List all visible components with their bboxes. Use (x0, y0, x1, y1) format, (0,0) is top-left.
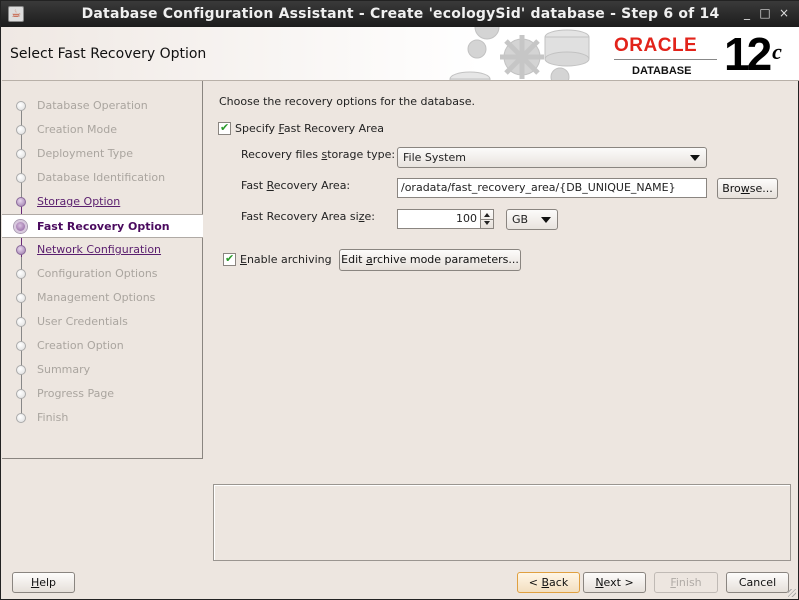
step-label: Finish (37, 411, 69, 424)
step-user-credentials: User Credentials (2, 310, 203, 334)
spinner-up-icon[interactable] (484, 213, 490, 217)
title-bar: ☕ Database Configuration Assistant - Cre… (1, 1, 799, 27)
step-indicator-icon (16, 173, 26, 183)
gears-database-decoration-icon (449, 27, 590, 80)
chevron-down-icon (690, 155, 700, 161)
step-label: Creation Mode (37, 123, 118, 136)
step-indicator-icon (14, 220, 27, 233)
step-indicator-icon (16, 125, 26, 135)
step-storage-option[interactable]: Storage Option (2, 190, 203, 214)
page-title: Select Fast Recovery Option (10, 46, 207, 62)
message-panel (213, 484, 791, 561)
step-indicator-icon (16, 197, 26, 207)
step-creation-option: Creation Option (2, 334, 203, 358)
storage-type-dropdown[interactable]: File System (397, 147, 707, 168)
fra-size-input[interactable]: 100 (397, 209, 481, 229)
enable-archiving-checkbox[interactable] (223, 252, 236, 266)
step-label: User Credentials (37, 315, 128, 328)
step-progress-page: Progress Page (2, 382, 203, 406)
step-configuration-options: Configuration Options (2, 262, 203, 286)
step-label: Database Operation (37, 99, 148, 112)
step-indicator-icon (16, 293, 26, 303)
version-logo: 12 c (724, 28, 782, 80)
fra-size-unit-dropdown[interactable]: GB (506, 209, 558, 230)
step-creation-mode: Creation Mode (2, 118, 203, 142)
version-suffix: c (772, 39, 782, 64)
step-indicator-icon (16, 101, 26, 111)
enable-archiving-label: Enable archiving (240, 253, 332, 266)
step-label: Configuration Options (37, 267, 158, 280)
finish-button[interactable]: Finish (654, 572, 718, 593)
step-indicator-icon (16, 365, 26, 375)
step-label: Progress Page (37, 387, 115, 400)
step-indicator-icon (16, 341, 26, 351)
step-indicator-icon (16, 389, 26, 399)
fra-location-label: Fast Recovery Area: (241, 179, 351, 192)
back-button[interactable]: < Back (517, 572, 580, 593)
cancel-button[interactable]: Cancel (726, 572, 789, 593)
spinner-down-icon[interactable] (484, 221, 490, 225)
oracle-logo: ORACLE DATABASE (614, 35, 717, 77)
specify-fra-checkbox[interactable] (218, 121, 231, 135)
step-label: Summary (37, 363, 91, 376)
wizard-steps-sidebar: Database Operation Creation Mode Deploymen… (2, 81, 203, 459)
version-number: 12 (724, 28, 772, 80)
browse-button[interactable]: Browse... (717, 178, 778, 199)
step-indicator-icon (16, 149, 26, 159)
intro-text: Choose the recovery options for the data… (219, 95, 475, 108)
step-database-identification: Database Identification (2, 166, 203, 190)
dbca-window: ☕ Database Configuration Assistant - Cre… (0, 0, 799, 600)
fra-location-input[interactable]: /oradata/fast_recovery_area/{DB_UNIQUE_N… (397, 178, 707, 198)
next-button[interactable]: Next > (583, 572, 646, 593)
close-button[interactable]: × (776, 5, 792, 21)
step-indicator-icon (16, 245, 26, 255)
minimize-button[interactable]: _ (739, 5, 755, 21)
edit-archive-params-button[interactable]: Edit archive mode parameters... (339, 249, 521, 271)
step-label: Fast Recovery Option (37, 220, 170, 233)
step-label: Network Configuration (37, 243, 162, 256)
page-header: Select Fast Recovery Option ORACLE DATAB… (2, 27, 799, 81)
oracle-brand: ORACLE (614, 35, 698, 56)
step-label: Deployment Type (37, 147, 134, 160)
specify-fra-label: Specify Fast Recovery Area (235, 122, 384, 135)
resize-grip[interactable] (788, 589, 796, 597)
step-deployment-type: Deployment Type (2, 142, 203, 166)
oracle-product: DATABASE (632, 65, 692, 77)
step-network-configuration[interactable]: Network Configuration (2, 238, 203, 262)
step-indicator-icon (16, 269, 26, 279)
help-button[interactable]: Help (12, 572, 75, 593)
step-finish: Finish (2, 406, 203, 430)
chevron-down-icon (541, 217, 551, 223)
storage-type-value: File System (403, 151, 466, 164)
step-label: Creation Option (37, 339, 124, 352)
fra-size-label: Fast Recovery Area size: (241, 210, 375, 223)
step-fast-recovery-option[interactable]: Fast Recovery Option (2, 214, 203, 238)
step-summary: Summary (2, 358, 203, 382)
step-indicator-icon (16, 413, 26, 423)
step-label: Management Options (37, 291, 156, 304)
step-database-operation: Database Operation (2, 94, 203, 118)
window-title: Database Configuration Assistant - Creat… (81, 6, 720, 22)
main-content: Choose the recovery options for the data… (204, 81, 799, 563)
step-label: Storage Option (37, 195, 121, 208)
storage-type-label: Recovery files storage type: (241, 148, 396, 161)
fra-size-spinner[interactable] (480, 209, 494, 229)
size-unit-value: GB (512, 213, 529, 226)
step-management-options: Management Options (2, 286, 203, 310)
step-indicator-icon (16, 317, 26, 327)
step-label: Database Identification (37, 171, 166, 184)
maximize-button[interactable]: □ (757, 5, 773, 21)
